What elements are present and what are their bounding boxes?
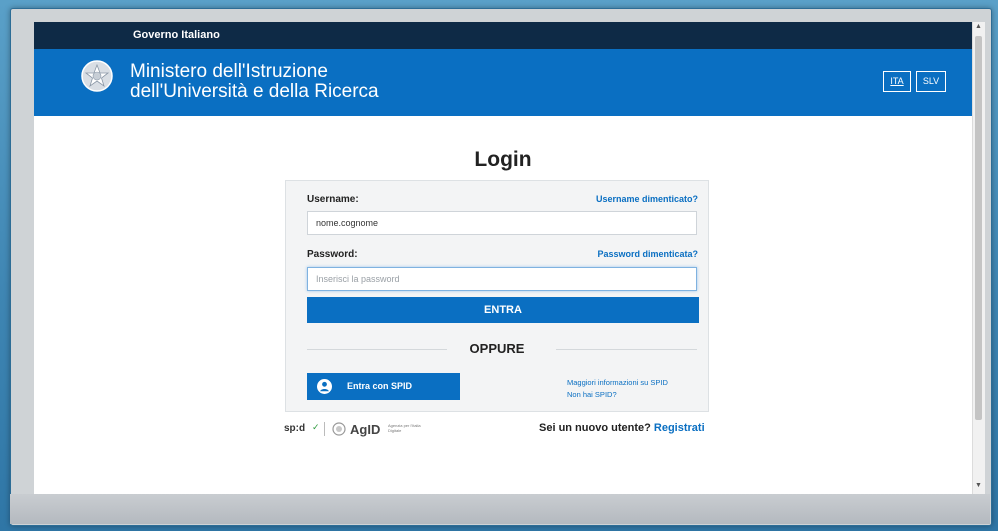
window-bottom-bar: [10, 494, 990, 524]
password-label: Password:: [307, 249, 358, 260]
scroll-down-icon[interactable]: ▼: [975, 482, 982, 489]
check-icon: ✓: [312, 422, 320, 432]
ministry-header: Ministero dell'Istruzione dell'Universit…: [34, 49, 972, 116]
user-icon: [317, 379, 332, 394]
page-title: Login: [474, 148, 532, 171]
login-card: Username: Username dimenticato? Password…: [285, 180, 709, 412]
government-label: Governo Italiano: [133, 29, 220, 41]
register-link[interactable]: Registrati: [654, 422, 705, 434]
browser-viewport: Governo Italiano Ministero dell'Istruzio…: [34, 22, 972, 494]
agid-logo-icon: [332, 422, 346, 436]
username-input[interactable]: [307, 211, 697, 235]
republic-emblem-icon: [81, 60, 113, 92]
register-prompt: Sei un nuovo utente? Registrati: [539, 422, 705, 434]
spid-more-info-link[interactable]: Maggiori informazioni su SPID: [567, 378, 668, 387]
ministry-name-line1: Ministero dell'Istruzione: [130, 61, 328, 82]
footer-logos: sp:d ✓ AgID Agenzia per l'Italia Digital…: [284, 420, 464, 440]
login-submit-button[interactable]: ENTRA: [307, 297, 699, 323]
or-divider-right: [556, 349, 697, 350]
username-label: Username:: [307, 194, 359, 205]
scroll-up-icon[interactable]: ▲: [975, 23, 982, 30]
language-slv-button[interactable]: SLV: [916, 71, 946, 92]
spid-button-label: Entra con SPID: [347, 381, 413, 391]
ministry-name-line2: dell'Università e della Ricerca: [130, 81, 379, 102]
password-forgot-link[interactable]: Password dimenticata?: [597, 249, 698, 259]
spid-logo: sp:d: [284, 423, 306, 434]
government-bar: Governo Italiano: [34, 22, 972, 49]
register-prompt-text: Sei un nuovo utente?: [539, 422, 651, 434]
vertical-scrollbar[interactable]: ▲ ▼: [972, 22, 985, 494]
password-input[interactable]: [307, 267, 697, 291]
agid-tagline: Agenzia per l'Italia Digitale: [388, 423, 421, 433]
spid-login-button[interactable]: Entra con SPID: [307, 373, 460, 400]
logo-separator: [324, 422, 325, 436]
scrollbar-thumb[interactable]: [975, 36, 982, 420]
username-forgot-link[interactable]: Username dimenticato?: [596, 194, 698, 204]
language-ita-button[interactable]: ITA: [883, 71, 911, 92]
agid-logo-text: AgID: [350, 422, 381, 437]
spid-no-spid-link[interactable]: Non hai SPID?: [567, 390, 617, 399]
ministry-name: Ministero dell'Istruzione dell'Universit…: [130, 62, 379, 102]
